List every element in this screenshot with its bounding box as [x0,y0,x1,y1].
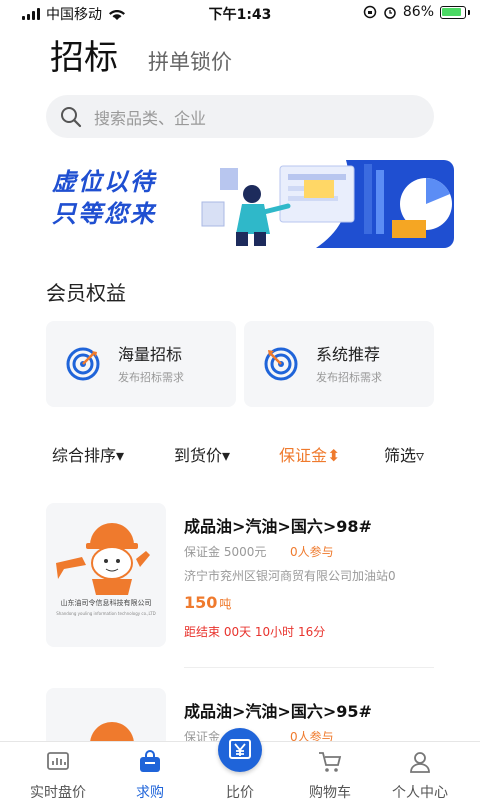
status-bar: 中国移动 下午1:43 86% [0,0,480,26]
list-divider [184,667,434,668]
filter-bar: 综合排序▾ 到货价▾ 保证金⬍ 筛选▿ [52,442,427,466]
filter-overall-sort[interactable]: 综合排序▾ [52,442,124,466]
tab-label: 求购 [136,785,164,801]
search-placeholder: 搜索品类、企业 [94,108,207,128]
item-quantity: 150 吨 [184,593,231,612]
rotation-lock-icon [363,5,377,19]
alarm-icon [384,7,396,19]
tab-group-buy[interactable]: 拼单锁价 [148,46,232,76]
banner-slogan: 虚位以待 只等您来 [52,166,156,230]
thumb-company: 山东油司令信息科技有限公司 [60,599,152,607]
item-title: 成品油>汽油>国六>95# [184,702,372,721]
compare-fab-button[interactable] [218,728,262,772]
benefit-sub: 发布招标需求 [316,371,382,384]
item-qty-unit: 吨 [219,597,232,611]
item-thumbnail: 山东油司令信息科技有限公司 Shandong youling informati… [46,503,166,647]
item-thumbnail [46,688,166,741]
chart-icon [47,752,69,770]
benefit-name: 海量招标 [118,345,183,364]
yen-icon [229,739,251,759]
benefit-sub: 发布招标需求 [118,371,184,384]
tab-cart[interactable]: 购物车 [282,742,378,801]
tab-purchase[interactable]: 求购 [102,742,198,801]
banner-illustration [201,160,454,248]
promo-banner[interactable]: 虚位以待 只等您来 [46,160,454,248]
person-icon [410,752,430,773]
item-company: 济宁市兖州区银河商贸有限公司加油站0 [184,569,396,583]
bag-icon [140,750,160,772]
list-item[interactable]: 山东油司令信息科技有限公司 Shandong youling informati… [46,503,434,653]
benefit-card-bidding[interactable]: 海量招标 发布招标需求 [46,321,236,407]
item-participants: 0人参与 [290,545,334,559]
mascot-logo [56,523,150,595]
item-title: 成品油>汽油>国六>98# [184,517,372,536]
mascot-logo [90,722,134,741]
target-dart-icon [66,347,100,381]
item-participants: 0人参与 [290,730,334,741]
cart-icon [319,752,342,772]
item-deposit: 保证金 [184,730,221,741]
battery-percent: 86% [402,4,434,20]
battery-icon [440,5,470,19]
filter-deposit[interactable]: 保证金⬍ [279,442,340,466]
page-header: 招标 拼单锁价 [50,30,232,79]
filter-delivered-price[interactable]: 到货价▾ [174,442,230,466]
page-title[interactable]: 招标 [50,30,118,79]
search-bar[interactable]: 搜索品类、企业 [46,95,434,138]
banner-line-2: 只等您来 [52,200,156,228]
thumb-company-en: Shandong youling information technology … [56,611,156,616]
search-icon [61,106,82,127]
filter-screen[interactable]: 筛选▿ [384,442,424,466]
banner-line-1: 虚位以待 [52,168,156,196]
tab-label: 购物车 [309,785,351,801]
tab-profile[interactable]: 个人中心 [372,742,468,801]
benefit-card-recommend[interactable]: 系统推荐 发布招标需求 [244,321,434,407]
benefits-title: 会员权益 [46,281,126,305]
tab-realtime-price[interactable]: 实时盘价 [10,742,106,801]
item-countdown: 距结束 00天 10小时 16分 [184,625,326,639]
item-qty-value: 150 [184,593,218,612]
tab-label: 个人中心 [392,785,448,801]
item-deposit: 保证金 5000元 [184,545,267,559]
tab-label: 比价 [226,785,254,801]
benefit-name: 系统推荐 [316,345,381,364]
tab-label: 实时盘价 [30,785,86,801]
target-arrow-icon [264,347,298,381]
